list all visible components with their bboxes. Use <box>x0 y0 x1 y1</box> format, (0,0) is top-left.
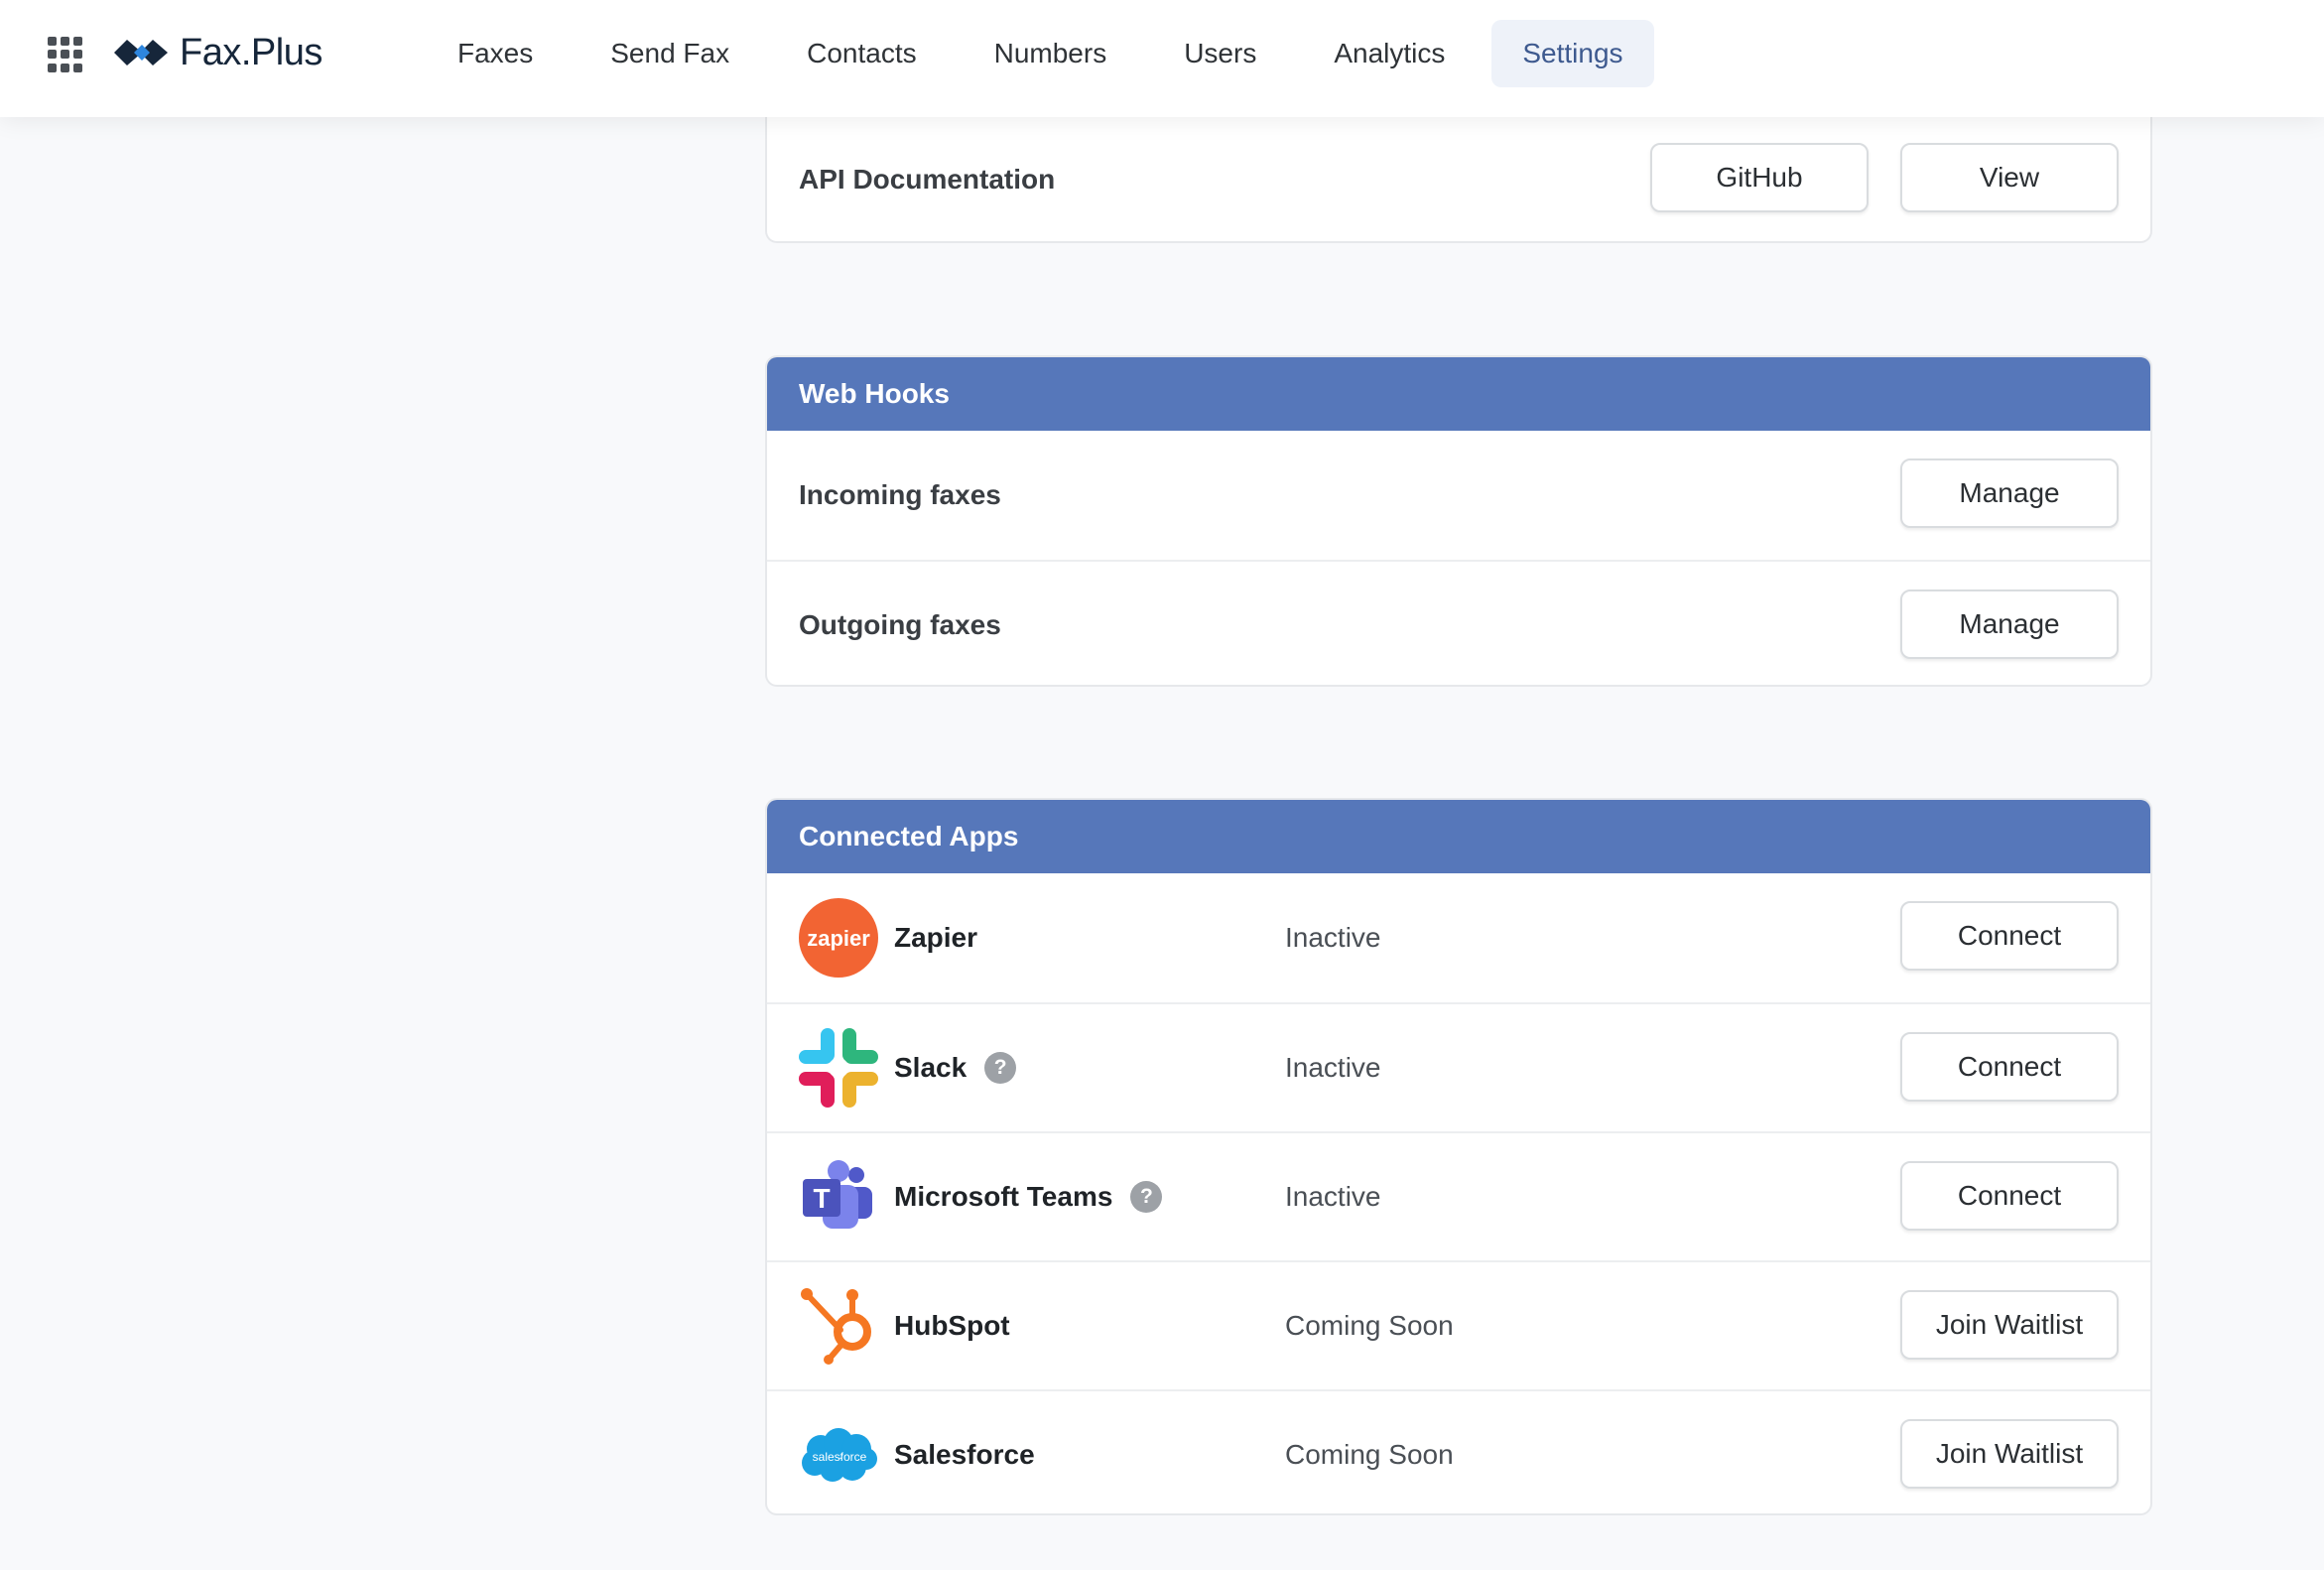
connect-slack-button[interactable]: Connect <box>1900 1032 2119 1102</box>
view-api-docs-button[interactable]: View <box>1900 143 2119 212</box>
nav-contacts[interactable]: Contacts <box>776 20 948 87</box>
brand-name: Fax.Plus <box>180 31 323 73</box>
app-status: Inactive <box>1285 1052 1381 1083</box>
nav-users[interactable]: Users <box>1153 20 1287 87</box>
app-name: Slack <box>894 1052 968 1083</box>
brand-logo[interactable]: Fax.Plus <box>112 28 323 77</box>
app-status: Coming Soon <box>1285 1310 1454 1341</box>
nav-settings[interactable]: Settings <box>1491 20 1654 87</box>
teams-logo-letter: T <box>813 1183 830 1214</box>
web-hooks-card: Web Hooks Incoming faxes Manage Outgoing… <box>765 355 2152 687</box>
app-name: Microsoft Teams <box>894 1181 1113 1212</box>
github-button[interactable]: GitHub <box>1650 143 1869 212</box>
nav-faxes[interactable]: Faxes <box>427 20 564 87</box>
connect-teams-button[interactable]: Connect <box>1900 1161 2119 1231</box>
web-hooks-header: Web Hooks <box>767 357 2150 431</box>
zapier-logo-icon: zapier <box>799 898 878 978</box>
outgoing-faxes-row: Outgoing faxes Manage <box>767 560 2150 685</box>
connected-apps-header: Connected Apps <box>767 800 2150 873</box>
hubspot-logo-icon <box>799 1286 878 1366</box>
app-row-hubspot: HubSpot Coming Soon Join Waitlist <box>767 1260 2150 1389</box>
app-name: Salesforce <box>894 1439 1035 1470</box>
app-name: HubSpot <box>894 1310 1010 1341</box>
help-icon[interactable]: ? <box>1130 1181 1163 1213</box>
connected-apps-card: Connected Apps zapier Zapier Inactive Co… <box>765 798 2152 1515</box>
apps-grid-icon[interactable] <box>48 37 83 72</box>
help-icon[interactable]: ? <box>984 1052 1017 1084</box>
manage-outgoing-button[interactable]: Manage <box>1900 589 2119 659</box>
app-row-slack: Slack ? Inactive Connect <box>767 1002 2150 1131</box>
join-waitlist-salesforce-button[interactable]: Join Waitlist <box>1900 1419 2119 1489</box>
salesforce-logo-icon: salesforce <box>799 1415 878 1495</box>
api-documentation-label: API Documentation <box>799 163 1056 195</box>
top-navigation-bar: Fax.Plus Faxes Send Fax Contacts Numbers… <box>0 0 2324 117</box>
salesforce-logo-text: salesforce <box>813 1450 867 1464</box>
zapier-logo-text: zapier <box>807 926 870 951</box>
incoming-faxes-row: Incoming faxes Manage <box>767 431 2150 560</box>
nav-numbers[interactable]: Numbers <box>964 20 1138 87</box>
app-row-salesforce: salesforce Salesforce Coming Soon Join W… <box>767 1389 2150 1513</box>
app-name: Zapier <box>894 922 978 953</box>
nav-send-fax[interactable]: Send Fax <box>580 20 760 87</box>
microsoft-teams-logo-icon: T <box>799 1157 878 1237</box>
manage-incoming-button[interactable]: Manage <box>1900 458 2119 528</box>
app-row-microsoft-teams: T Microsoft Teams ? Inactive Connect <box>767 1131 2150 1260</box>
main-nav: Faxes Send Fax Contacts Numbers Users An… <box>427 20 1670 87</box>
outgoing-faxes-label: Outgoing faxes <box>799 609 1001 640</box>
slack-logo-icon <box>799 1028 878 1108</box>
incoming-faxes-label: Incoming faxes <box>799 479 1001 510</box>
fax-plus-logo-icon <box>114 40 168 65</box>
app-status: Coming Soon <box>1285 1439 1454 1470</box>
join-waitlist-hubspot-button[interactable]: Join Waitlist <box>1900 1290 2119 1360</box>
app-row-zapier: zapier Zapier Inactive Connect <box>767 873 2150 1002</box>
nav-analytics[interactable]: Analytics <box>1303 20 1476 87</box>
app-status: Inactive <box>1285 1181 1381 1212</box>
connect-zapier-button[interactable]: Connect <box>1900 901 2119 971</box>
app-status: Inactive <box>1285 922 1381 953</box>
